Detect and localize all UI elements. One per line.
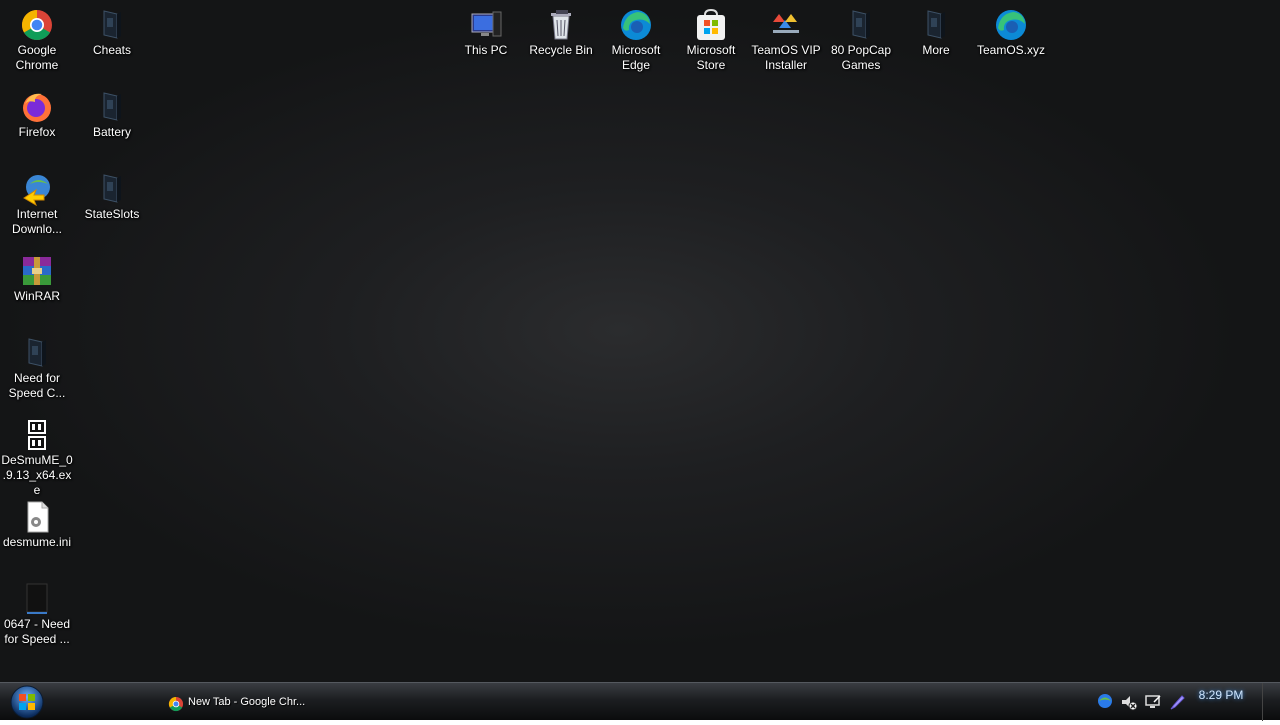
edge-icon — [994, 8, 1028, 42]
desktop-icon-80-popcap-games[interactable]: 80 PopCap Games — [824, 2, 898, 73]
store-icon — [694, 8, 728, 42]
this-pc-icon — [469, 8, 503, 42]
windows-orb-icon — [10, 685, 44, 719]
desktop-icon-winrar[interactable]: WinRAR — [0, 248, 74, 304]
desktop-icon-desmume-exe[interactable]: DeSmuME_0.9.13_x64.exe — [0, 412, 74, 498]
icon-label: 80 PopCap Games — [830, 43, 892, 72]
icon-label: WinRAR — [13, 289, 60, 303]
desktop-icon-teamos-vip-installer[interactable]: TeamOS VIP Installer — [749, 2, 823, 73]
folder-icon — [919, 8, 953, 42]
desktop-icon-this-pc[interactable]: This PC — [449, 2, 523, 58]
icon-label: Internet Downlo... — [11, 207, 63, 236]
desktop-icon-microsoft-edge[interactable]: Microsoft Edge — [599, 2, 673, 73]
icon-label: Need for Speed C... — [8, 371, 66, 400]
desktop-icon-battery[interactable]: Battery — [75, 84, 149, 140]
network-monitor-icon[interactable] — [1144, 693, 1162, 711]
desktop-icon-microsoft-store[interactable]: Microsoft Store — [674, 2, 748, 73]
pen-icon[interactable] — [1168, 693, 1186, 711]
desktop-icon-firefox[interactable]: Firefox — [0, 84, 74, 140]
folder-icon — [95, 8, 129, 42]
teamos-icon — [769, 8, 803, 42]
desktop-icon-need-for-speed-rom[interactable]: 0647 - Need for Speed ... — [0, 576, 74, 647]
network-green-icon[interactable] — [1096, 692, 1114, 710]
icon-label: More — [922, 43, 950, 57]
taskbar-window-button[interactable]: New Tab - Google Chr... — [160, 687, 310, 717]
edge-icon — [619, 8, 653, 42]
chrome-icon — [20, 8, 54, 42]
icon-label: 0647 - Need for Speed ... — [3, 617, 71, 646]
desktop-icon-need-for-speed-folder[interactable]: Need for Speed C... — [0, 330, 74, 401]
recycle-bin-icon — [544, 8, 578, 42]
icon-label: Microsoft Store — [686, 43, 736, 72]
desktop-icon-desmume-ini[interactable]: desmume.ini — [0, 494, 74, 550]
desktop-icon-more[interactable]: More — [899, 2, 973, 58]
desktop: Google Chrome Cheats Firefox Battery Int… — [0, 0, 1280, 682]
folder-icon — [95, 90, 129, 124]
desmume-icon — [20, 418, 54, 452]
icon-label: Google Chrome — [15, 43, 59, 72]
icon-label: StateSlots — [84, 207, 140, 221]
chrome-icon — [168, 694, 184, 712]
icon-label: Cheats — [92, 43, 132, 57]
rom-file-icon — [20, 582, 54, 616]
folder-icon — [844, 8, 878, 42]
ini-file-icon — [20, 500, 54, 534]
folder-icon — [20, 336, 54, 370]
idm-icon — [20, 172, 54, 207]
icon-label: Recycle Bin — [529, 43, 593, 57]
winrar-icon — [20, 254, 54, 288]
volume-muted-icon[interactable] — [1120, 693, 1138, 711]
icon-label: DeSmuME_0.9.13_x64.exe — [1, 453, 73, 497]
clock[interactable]: 8:29 PM — [1192, 688, 1250, 702]
icon-label: TeamOS VIP Installer — [751, 43, 821, 72]
show-desktop-button[interactable] — [1262, 683, 1280, 721]
desktop-icon-teamos-xyz[interactable]: TeamOS.xyz — [974, 2, 1048, 58]
icon-label: TeamOS.xyz — [976, 43, 1045, 57]
firefox-icon — [20, 90, 54, 124]
desktop-icon-cheats[interactable]: Cheats — [75, 2, 149, 58]
icon-label: Firefox — [18, 125, 56, 139]
desktop-icon-recycle-bin[interactable]: Recycle Bin — [524, 2, 598, 58]
desktop-icon-google-chrome[interactable]: Google Chrome — [0, 2, 74, 73]
folder-icon — [95, 172, 129, 206]
icon-label: Microsoft Edge — [611, 43, 661, 72]
desktop-icon-internet-download-manager[interactable]: Internet Downlo... — [0, 166, 74, 237]
icon-label: desmume.ini — [2, 535, 72, 549]
taskbar: New Tab - Google Chr... 8:29 PM — [0, 682, 1280, 721]
taskbar-window-label: New Tab - Google Chr... — [188, 696, 306, 708]
icon-label: This PC — [464, 43, 508, 57]
icon-label: Battery — [92, 125, 131, 139]
desktop-icon-stateslots[interactable]: StateSlots — [75, 166, 149, 222]
start-button[interactable] — [3, 684, 47, 720]
